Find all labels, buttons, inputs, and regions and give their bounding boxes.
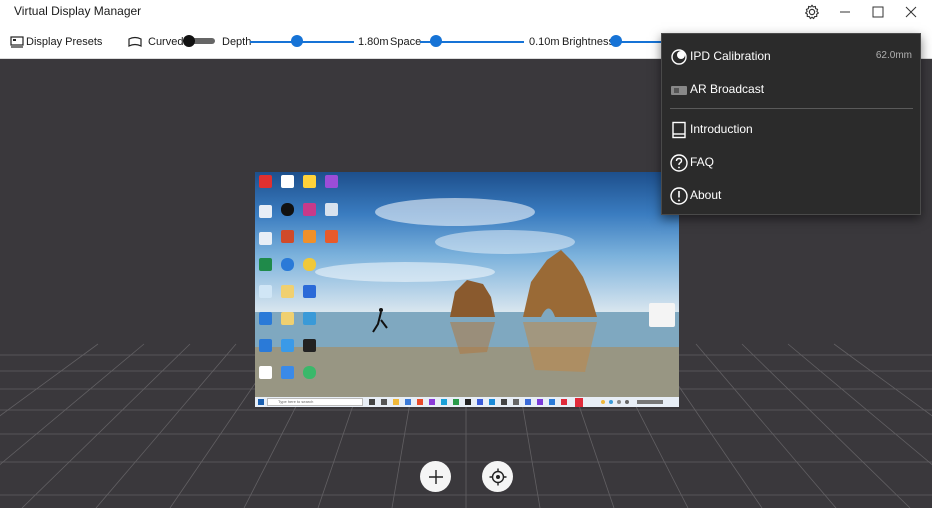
menu-item-ar-broadcast[interactable]: AR Broadcast [662, 74, 920, 104]
recenter-button[interactable] [482, 461, 513, 492]
title-bar: Virtual Display Manager [0, 0, 932, 24]
plus-icon [428, 469, 443, 484]
close-icon [905, 6, 916, 18]
close-button[interactable] [894, 0, 927, 24]
minimize-icon [839, 11, 850, 13]
depth-value: 1.80m [358, 35, 389, 48]
menu-item-label: FAQ [690, 155, 715, 169]
wallpaper-scene [255, 175, 679, 397]
broadcast-icon [671, 86, 687, 95]
curved-label: Curved [148, 35, 184, 48]
add-display-button[interactable] [420, 461, 451, 492]
depth-label: Depth [222, 35, 252, 48]
space-value: 0.10m [529, 35, 560, 48]
depth-slider-thumb[interactable] [291, 35, 303, 47]
menu-item-introduction[interactable]: Introduction [662, 114, 920, 144]
eye-icon [671, 49, 687, 65]
space-slider-thumb[interactable] [430, 35, 442, 47]
brightness-slider-thumb[interactable] [610, 35, 622, 47]
book-icon [672, 121, 686, 139]
curved-screen-icon [128, 36, 142, 47]
toggle-thumb [183, 35, 195, 47]
menu-item-faq[interactable]: FAQ [662, 147, 920, 177]
window-title: Virtual Display Manager [14, 4, 142, 18]
maximize-button[interactable] [861, 0, 894, 24]
taskbar-icons [369, 398, 663, 407]
virtual-monitor[interactable]: Type here to search [255, 172, 679, 407]
display-presets-button[interactable]: Display Presets [10, 24, 102, 59]
menu-divider [670, 108, 913, 109]
settings-button[interactable] [795, 0, 828, 24]
space-label: Space [390, 35, 422, 48]
info-icon [670, 187, 688, 205]
start-icon [258, 399, 264, 405]
crosshair-icon [489, 468, 506, 485]
menu-item-label: IPD Calibration [690, 49, 771, 63]
curved-group: Curved [128, 24, 183, 59]
display-presets-label: Display Presets [26, 35, 103, 48]
gear-icon [804, 4, 819, 20]
menu-item-label: AR Broadcast [690, 82, 765, 96]
settings-menu: IPD Calibration 62.0mm AR Broadcast Intr… [661, 33, 921, 215]
minimize-button[interactable] [828, 0, 861, 24]
ipd-value: 62.0mm [875, 50, 912, 61]
maximize-icon [872, 6, 883, 18]
question-icon [670, 154, 688, 172]
virtual-search-box: Type here to search [267, 398, 363, 406]
menu-item-label: About [690, 188, 722, 202]
brightness-label: Brightness [562, 35, 614, 48]
curved-toggle[interactable] [183, 35, 217, 47]
menu-item-about[interactable]: About [662, 180, 920, 210]
menu-item-label: Introduction [690, 122, 753, 136]
menu-item-ipd-calibration[interactable]: IPD Calibration 62.0mm [662, 41, 920, 71]
virtual-taskbar: Type here to search [255, 397, 679, 407]
monitor-icon [10, 35, 24, 48]
